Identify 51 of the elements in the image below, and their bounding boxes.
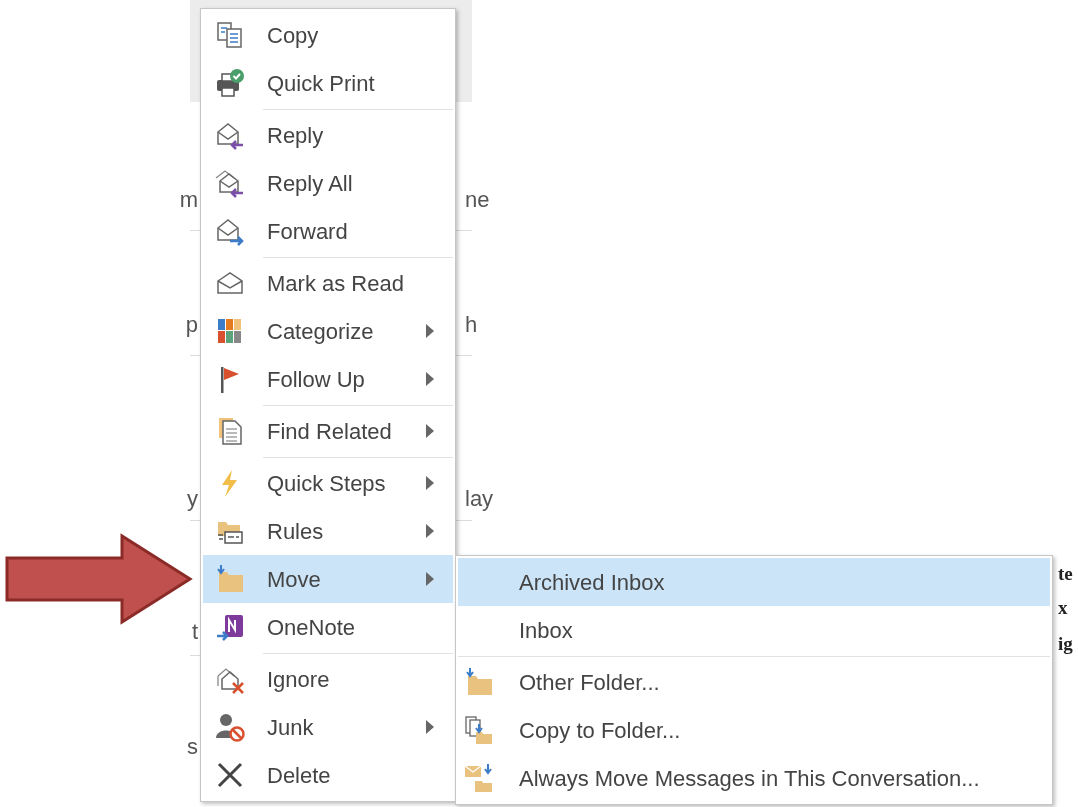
submenu-arrow-icon xyxy=(425,476,435,490)
menu-item[interactable]: Move xyxy=(203,555,453,603)
text-fragment: lay xyxy=(465,488,494,510)
menu-item[interactable]: Reply All xyxy=(203,159,453,207)
text-fragment: t xyxy=(191,621,198,643)
text-fragment: ig xyxy=(1058,634,1073,653)
copy-icon xyxy=(215,20,245,50)
text-fragment: x xyxy=(1058,598,1068,617)
text-fragment: h xyxy=(465,314,478,336)
printer-icon xyxy=(215,68,245,98)
menu-item[interactable]: Archived Inbox xyxy=(458,558,1050,606)
menu-item[interactable]: Always Move Messages in This Conversation... xyxy=(458,754,1050,802)
reply-all-icon xyxy=(215,168,245,198)
menu-item[interactable]: Junk xyxy=(203,703,453,751)
menu-item[interactable]: Delete xyxy=(203,751,453,799)
menu-item[interactable]: Inbox xyxy=(458,606,1050,654)
folder-icon xyxy=(215,564,245,594)
menu-item[interactable]: Ignore xyxy=(203,655,453,703)
envelope-folder-icon xyxy=(464,763,494,793)
menu-item[interactable]: Quick Steps xyxy=(203,459,453,507)
menu-item[interactable]: Copy xyxy=(203,11,453,59)
cross-icon xyxy=(215,760,245,790)
menu-item[interactable]: Forward xyxy=(203,207,453,255)
reply-icon xyxy=(215,120,245,150)
text-fragment: y xyxy=(187,488,198,510)
menu-item[interactable]: Find Related xyxy=(203,407,453,455)
menu-item[interactable]: Quick Print xyxy=(203,59,453,107)
person-block-icon xyxy=(215,712,245,742)
submenu-arrow-icon xyxy=(425,572,435,586)
submenu-arrow-icon xyxy=(425,324,435,338)
submenu-arrow-icon xyxy=(425,720,435,734)
menu-item[interactable]: Reply xyxy=(203,111,453,159)
text-fragment: p xyxy=(185,314,198,336)
text-fragment: m xyxy=(179,189,198,211)
text-fragment: te xyxy=(1058,564,1073,583)
menu-item[interactable]: Follow Up xyxy=(203,355,453,403)
forward-icon xyxy=(215,216,245,246)
submenu-arrow-icon xyxy=(425,424,435,438)
menu-item[interactable]: Mark as Read xyxy=(203,259,453,307)
copy-folder-icon xyxy=(464,715,494,745)
text-fragment: ne xyxy=(465,189,490,211)
submenu-arrow-icon xyxy=(425,524,435,538)
folder-icon xyxy=(464,667,494,697)
menu-item[interactable]: Copy to Folder... xyxy=(458,706,1050,754)
notebook-icon xyxy=(215,612,245,642)
menu-item[interactable]: Categorize xyxy=(203,307,453,355)
submenu-arrow-icon xyxy=(425,372,435,386)
menu-item[interactable]: Other Folder... xyxy=(458,658,1050,706)
menu-item[interactable]: OneNote xyxy=(203,603,453,651)
menu-item[interactable]: Rules xyxy=(203,507,453,555)
text-fragment: s xyxy=(187,736,198,758)
